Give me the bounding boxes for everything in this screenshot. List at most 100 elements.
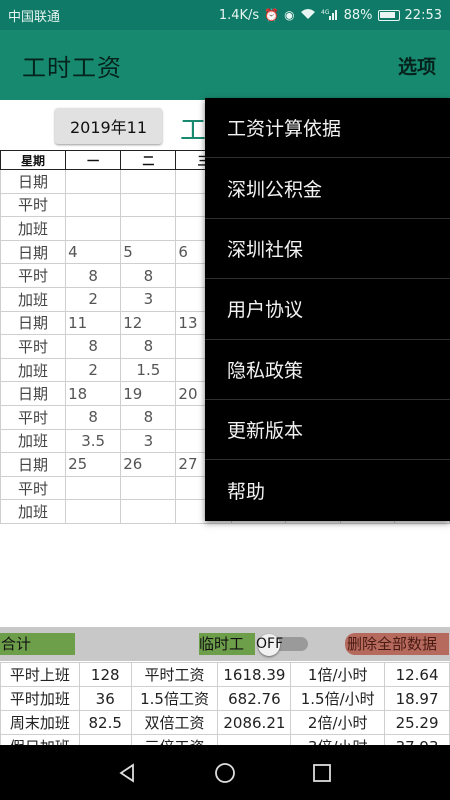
row-label: 日期: [0, 381, 67, 406]
row-label: 日期: [0, 452, 67, 477]
date-cell: 5: [120, 239, 177, 265]
summary-label: 平时工资: [130, 662, 219, 687]
summary-label: 2倍/小时: [290, 710, 386, 735]
hours-cell[interactable]: 8: [120, 404, 177, 430]
hours-cell[interactable]: 3: [120, 286, 177, 312]
battery-percent: 88%: [343, 7, 373, 23]
summary-value: 36: [78, 686, 132, 711]
row-label: 加班: [0, 216, 67, 241]
hours-cell[interactable]: [120, 216, 177, 241]
hours-cell[interactable]: 1.5: [120, 357, 177, 383]
summary-label: 1.5倍/小时: [290, 686, 386, 711]
hours-cell[interactable]: 8: [120, 334, 177, 359]
temp-worker-label: 临时工: [199, 633, 255, 655]
summary-row: 平时加班 36 1.5倍工资 682.76 1.5倍/小时 18.97: [0, 686, 450, 711]
row-label: 日期: [0, 310, 67, 336]
summary-label: 1.5倍工资: [130, 686, 219, 711]
date-cell: 12: [120, 310, 177, 336]
hours-cell[interactable]: 8: [65, 263, 122, 288]
row-label: 日期: [0, 239, 67, 265]
summary-value: 682.76: [217, 686, 292, 711]
menu-item[interactable]: 帮助: [205, 460, 450, 520]
menu-item[interactable]: 深圳社保: [205, 219, 450, 280]
summary-row: 周末加班 82.5 双倍工资 2086.21 2倍/小时 25.29: [0, 710, 450, 735]
menu-item[interactable]: 隐私政策: [205, 340, 450, 400]
hours-cell[interactable]: [65, 216, 122, 241]
options-menu-button[interactable]: 选项: [398, 52, 436, 79]
wifi-icon: [300, 8, 316, 23]
summary-value: 82.5: [78, 710, 132, 735]
eye-icon: ◉: [284, 8, 295, 22]
row-label: 平时: [0, 334, 67, 359]
hours-cell[interactable]: [65, 499, 122, 524]
summary-value: 128: [78, 662, 132, 687]
menu-item[interactable]: 工资计算依据: [205, 98, 450, 159]
date-cell: 4: [65, 239, 122, 265]
carrier-name: 中国联通: [8, 9, 61, 25]
alarm-icon: ⏰: [264, 8, 280, 22]
date-cell: 11: [65, 310, 122, 336]
summary-label: 周末加班: [0, 710, 80, 735]
summary-value: 25.29: [384, 710, 450, 735]
hours-cell[interactable]: 8: [65, 404, 122, 430]
summary-row: 平时上班 128 平时工资 1618.39 1倍/小时 12.64: [0, 662, 450, 687]
hours-cell[interactable]: 3: [120, 428, 177, 454]
date-cell: 26: [120, 452, 177, 477]
row-label: 日期: [0, 169, 67, 194]
summary-value: 2086.21: [217, 710, 292, 735]
total-label: 合计: [0, 633, 75, 655]
month-selector-button[interactable]: 2019年11: [55, 108, 162, 144]
summary-label: 1倍/小时: [290, 662, 386, 687]
weekday-header-cell: 二: [120, 150, 177, 170]
app-bar: 工时工资 选项: [0, 30, 450, 100]
menu-item[interactable]: 用户协议: [205, 279, 450, 340]
date-cell: 18: [65, 381, 122, 406]
app-title: 工时工资: [22, 53, 122, 82]
hours-cell[interactable]: 2: [65, 357, 122, 383]
row-label: 平时: [0, 404, 67, 430]
date-cell: [65, 169, 122, 194]
hours-cell[interactable]: [65, 475, 122, 501]
status-right: 1.4K/s ⏰ ◉ 4G 88% 22:53: [219, 8, 442, 23]
hours-cell[interactable]: [65, 192, 122, 218]
temp-worker-toggle[interactable]: OFF: [256, 634, 310, 656]
back-triangle-icon[interactable]: [113, 758, 143, 788]
row-label: 加班: [0, 286, 67, 312]
row-label: 加班: [0, 428, 67, 454]
row-label: 加班: [0, 499, 67, 524]
options-dropdown-menu: 工资计算依据 深圳公积金 深圳社保 用户协议 隐私政策 更新版本 帮助: [205, 98, 450, 521]
battery-icon: [377, 9, 400, 21]
summary-label: 平时上班: [0, 662, 80, 687]
summary-value: 12.64: [384, 662, 450, 687]
hours-cell[interactable]: [120, 475, 177, 501]
weekday-header-cell: 一: [65, 150, 122, 170]
hours-cell[interactable]: 2: [65, 286, 122, 312]
date-cell: 19: [120, 381, 177, 406]
hours-cell[interactable]: [120, 499, 177, 524]
menu-item[interactable]: 更新版本: [205, 400, 450, 461]
date-cell: 25: [65, 452, 122, 477]
svg-text:4G: 4G: [321, 9, 330, 16]
home-circle-icon[interactable]: [210, 758, 240, 788]
app-screen: 中国联通 1.4K/s ⏰ ◉ 4G 88% 22:53 工时工资 选项 201…: [0, 0, 450, 800]
clock: 22:53: [404, 7, 442, 23]
signal-icon: 4G: [321, 8, 339, 23]
hours-cell[interactable]: 8: [65, 334, 122, 359]
delete-all-data-button[interactable]: 删除全部数据: [345, 633, 449, 655]
summary-label: 平时加班: [0, 686, 80, 711]
totals-bar: 合计 临时工 OFF 删除全部数据: [0, 627, 450, 661]
hours-cell[interactable]: 3.5: [65, 428, 122, 454]
menu-item[interactable]: 深圳公积金: [205, 158, 450, 219]
hours-cell[interactable]: 8: [120, 263, 177, 288]
date-cell: [120, 169, 177, 194]
row-label: 加班: [0, 357, 67, 383]
weekday-header-label: 星期: [0, 150, 67, 170]
recents-square-icon[interactable]: [307, 758, 337, 788]
toggle-state-text: OFF: [256, 636, 284, 652]
system-nav-bar: [0, 745, 450, 800]
hours-cell[interactable]: [120, 192, 177, 218]
page-heading-partial: 工: [180, 116, 207, 146]
row-label: 平时: [0, 475, 67, 501]
row-label: 平时: [0, 192, 67, 218]
status-bar: 中国联通 1.4K/s ⏰ ◉ 4G 88% 22:53: [0, 0, 450, 30]
